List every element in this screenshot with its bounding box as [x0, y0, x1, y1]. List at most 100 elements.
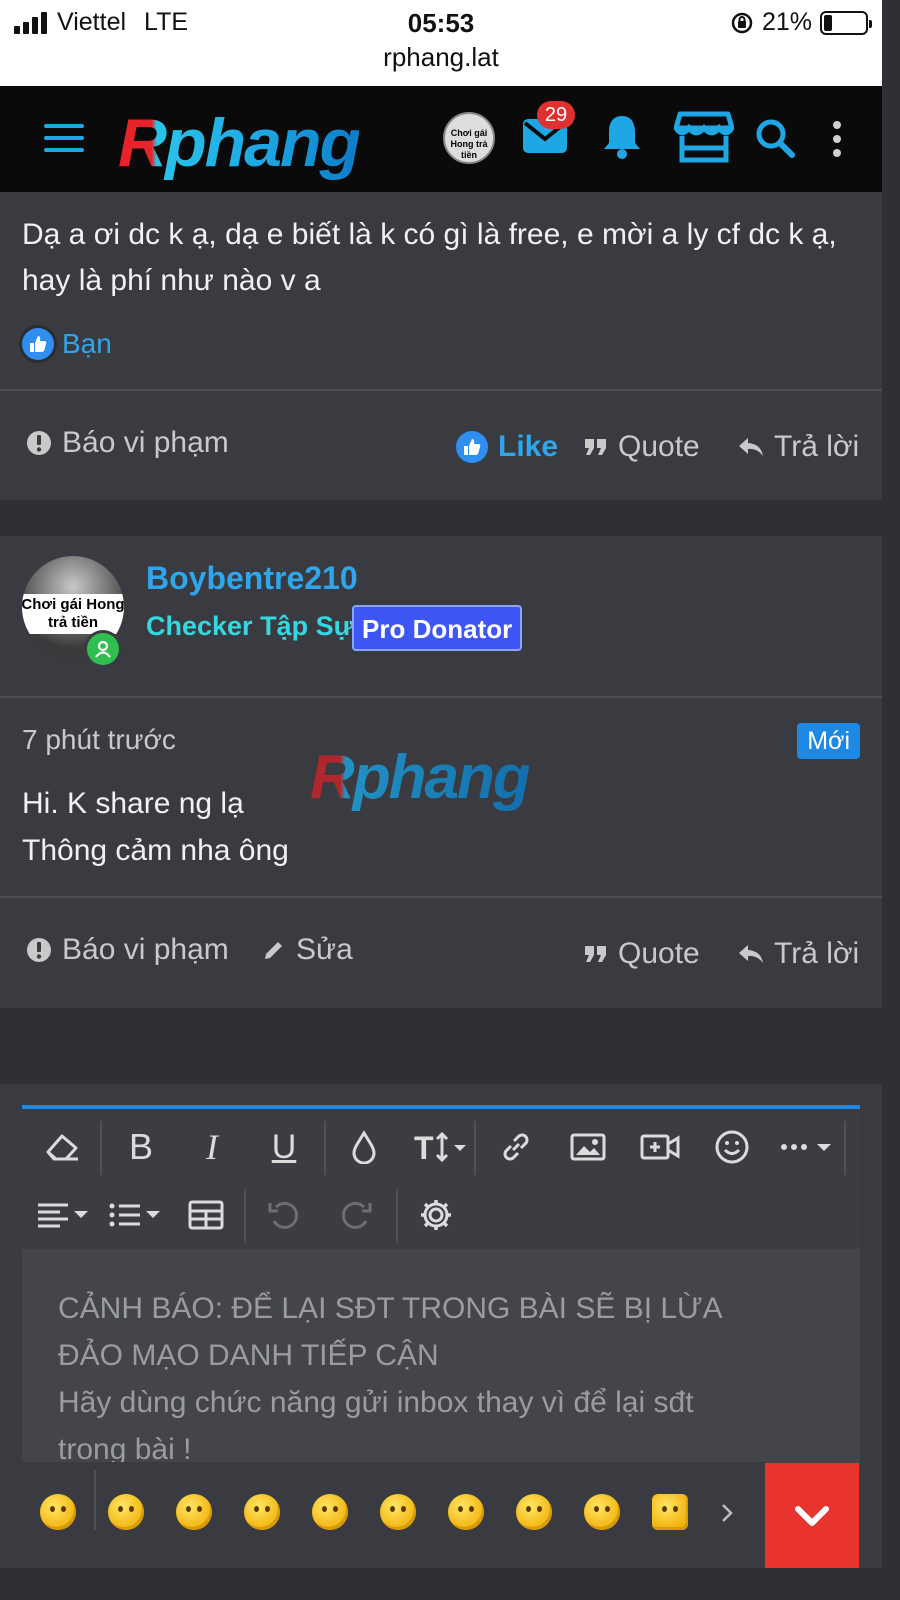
list-icon[interactable]	[108, 1191, 164, 1239]
like-reaction-icon	[22, 328, 54, 360]
eraser-icon[interactable]	[38, 1123, 86, 1171]
search-icon[interactable]	[755, 118, 795, 158]
quote-button[interactable]: Quote	[584, 937, 700, 971]
site-header: Rphang	[0, 86, 882, 192]
battery-icon	[820, 10, 872, 35]
font-size-icon[interactable]: T	[412, 1123, 476, 1171]
separator	[100, 1121, 102, 1175]
quote-icon	[585, 439, 606, 455]
reply-button[interactable]: Trả lời	[738, 937, 859, 971]
divider	[0, 696, 882, 698]
alert-icon	[27, 938, 51, 962]
underline-icon[interactable]: U	[260, 1123, 308, 1171]
username-link[interactable]: Boybentre210	[146, 560, 358, 597]
placeholder-line-2: ĐẢO MẠO DANH TIẾP CẬN	[58, 1339, 439, 1372]
reply-label: Trả lời	[774, 430, 860, 463]
address-url[interactable]: rphang.lat	[0, 42, 882, 73]
store-icon[interactable]	[674, 110, 734, 164]
reply-button[interactable]: Trả lời	[738, 430, 859, 464]
post-2-body-line-2: Thông cảm nha ông	[22, 834, 289, 867]
emoji-cool-icon[interactable]	[584, 1494, 620, 1530]
rotation-lock-icon	[731, 12, 753, 33]
new-badge: Mới	[797, 723, 860, 759]
reaction-label: Bạn	[62, 328, 112, 359]
editor-placeholder: CẢNH BÁO: ĐỂ LẠI SĐT TRONG BÀI SẼ BỊ LỪA…	[58, 1285, 723, 1473]
editor-toolbar-row-1: B I U T	[22, 1113, 860, 1181]
alert-icon	[27, 431, 51, 455]
reply-icon	[739, 438, 763, 456]
emoji-think-icon[interactable]	[312, 1494, 348, 1530]
site-logo[interactable]: Rphang	[118, 104, 361, 182]
reply-label: Trả lời	[774, 937, 860, 970]
align-icon[interactable]	[36, 1191, 92, 1239]
more-vertical-icon[interactable]	[830, 120, 844, 158]
undo-icon[interactable]	[260, 1191, 308, 1239]
post-1-body: Dạ a ơi dc k ạ, dạ e biết là k có gì là …	[22, 218, 837, 297]
post-time[interactable]: 7 phút trước	[22, 724, 176, 756]
editor-toolbar-row-2	[22, 1181, 860, 1249]
redo-icon[interactable]	[332, 1191, 380, 1239]
separator	[844, 1121, 846, 1175]
emoji-sad-icon[interactable]	[448, 1494, 484, 1530]
edit-label: Sửa	[296, 933, 353, 966]
menu-icon[interactable]	[44, 124, 84, 160]
link-icon[interactable]	[492, 1123, 540, 1171]
like-button[interactable]: Like	[456, 430, 558, 464]
online-status	[84, 630, 122, 668]
quote-icon	[585, 946, 606, 962]
smiley-icon[interactable]	[708, 1123, 756, 1171]
separator	[396, 1189, 398, 1243]
like-label: Like	[498, 430, 559, 463]
post-2-body-line-1: Hi. K share ng lạ	[22, 787, 244, 820]
bold-icon[interactable]: B	[117, 1123, 165, 1171]
header-avatar[interactable]: Chơi gái Hong trả tiền	[443, 112, 495, 164]
settings-icon[interactable]	[412, 1191, 460, 1239]
message-input[interactable]: CẢNH BÁO: ĐỂ LẠI SĐT TRONG BÀI SẼ BỊ LỪA…	[22, 1249, 860, 1467]
quote-button[interactable]: Quote	[584, 430, 700, 464]
quote-label: Quote	[618, 937, 700, 970]
separator	[244, 1189, 246, 1243]
reaction-summary[interactable]: Bạn	[22, 328, 112, 360]
emoji-smile-icon[interactable]	[108, 1494, 144, 1530]
divider	[0, 896, 882, 898]
user-icon	[95, 640, 111, 658]
emoji-wink-icon[interactable]	[176, 1494, 212, 1530]
emoji-grin-icon[interactable]	[244, 1494, 280, 1530]
emoji-tongue-icon[interactable]	[380, 1494, 416, 1530]
pro-donator-badge: Pro Donator	[352, 605, 523, 651]
image-icon[interactable]	[564, 1123, 612, 1171]
thumbs-up-icon	[456, 431, 488, 463]
status-right: 21%	[730, 8, 872, 37]
svg-text:T: T	[414, 1130, 434, 1164]
chevron-right-icon[interactable]	[720, 1502, 734, 1524]
user-title: Checker Tập Sự	[146, 611, 354, 641]
pencil-icon	[265, 942, 282, 959]
placeholder-line-3: Hãy dùng chức năng gửi inbox thay vì để …	[58, 1386, 694, 1419]
header-avatar-caption: Chơi gái Hong trả tiền	[450, 128, 488, 160]
italic-icon[interactable]: I	[188, 1123, 236, 1171]
status-bar: Viettel LTE 05:53 rphang.lat 21%	[0, 0, 882, 86]
bell-icon[interactable]	[600, 112, 644, 160]
report-button[interactable]: Báo vi phạm	[26, 933, 229, 967]
inbox-count-badge: 29	[537, 101, 575, 129]
battery-percent: 21%	[761, 8, 812, 36]
video-icon[interactable]	[636, 1123, 684, 1171]
reply-icon	[739, 945, 763, 963]
emoji-shout-icon[interactable]	[40, 1494, 76, 1530]
edit-button[interactable]: Sửa	[262, 933, 353, 967]
separator	[324, 1121, 326, 1175]
color-icon[interactable]	[340, 1123, 388, 1171]
scroll-down-button[interactable]	[765, 1463, 859, 1568]
report-button[interactable]: Báo vi phạm	[26, 426, 229, 460]
placeholder-line-1: CẢNH BÁO: ĐỂ LẠI SĐT TRONG BÀI SẼ BỊ LỪA	[58, 1292, 723, 1325]
report-label: Báo vi phạm	[62, 426, 229, 459]
more-icon[interactable]	[778, 1123, 838, 1171]
chevron-down-icon	[795, 1505, 829, 1526]
emoji-cry-icon[interactable]	[516, 1494, 552, 1530]
divider	[0, 389, 882, 391]
user-avatar-caption: Chơi gái Hong trả tiền	[22, 594, 124, 634]
table-icon[interactable]	[182, 1191, 230, 1239]
separator	[94, 1470, 96, 1530]
battery-fill	[824, 14, 833, 31]
emoji-party-icon[interactable]	[652, 1494, 688, 1530]
